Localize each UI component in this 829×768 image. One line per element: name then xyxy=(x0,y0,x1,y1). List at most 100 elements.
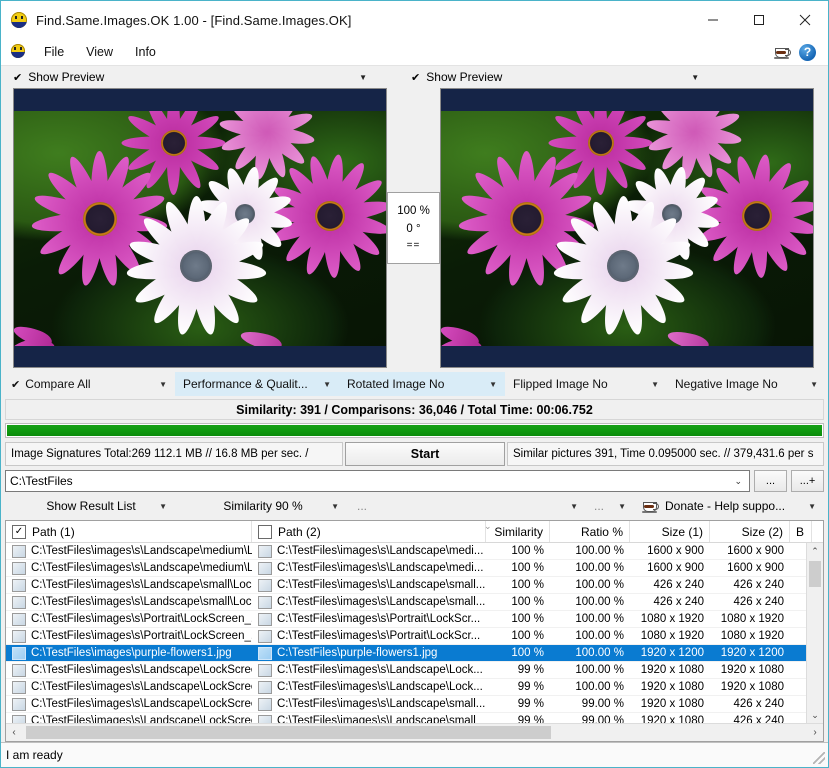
table-row[interactable]: C:\TestFiles\images\s\Landscape\medium\L… xyxy=(6,560,823,577)
minimize-icon[interactable] xyxy=(690,1,736,39)
table-row[interactable]: C:\TestFiles\images\s\Landscape\small\Lo… xyxy=(6,577,823,594)
cell-similarity: 100 % xyxy=(511,630,544,642)
folder-path-input[interactable]: C:\TestFiles ⌄ xyxy=(5,470,750,492)
chevron-down-icon[interactable]: ▼ xyxy=(798,502,816,511)
horizontal-scroll-track[interactable] xyxy=(22,724,807,741)
option-rotated-image[interactable]: Rotated Image No ▼ xyxy=(339,372,505,396)
filter-extra-2-button[interactable]: ... ▼ xyxy=(586,494,634,518)
cell-path2-text: C:\TestFiles\images\s\Landscape\small... xyxy=(277,596,486,608)
cell-path1-text: C:\TestFiles\images\s\Landscape\LockScre… xyxy=(31,664,252,676)
select-all-path1-checkbox[interactable]: ✓ xyxy=(12,524,26,539)
flower-bottom-right-partial xyxy=(664,301,754,346)
column-header-size1[interactable]: Size (1) xyxy=(630,521,710,542)
cell-path1-text: C:\TestFiles\images\s\Landscape\LockScre… xyxy=(31,715,252,723)
close-icon[interactable] xyxy=(782,1,828,39)
thumbnail-icon xyxy=(12,629,26,643)
thumbnail-icon xyxy=(12,714,26,723)
table-row[interactable]: C:\TestFiles\images\s\Landscape\LockScre… xyxy=(6,662,823,679)
scroll-up-icon[interactable]: ⌃ xyxy=(807,543,823,559)
chevron-down-icon[interactable]: ▼ xyxy=(481,380,497,389)
show-result-list-button[interactable]: Show Result List ▼ xyxy=(5,494,177,518)
horizontal-scroll-thumb[interactable] xyxy=(26,726,551,739)
coffee-icon[interactable] xyxy=(774,45,791,59)
cell-path2-text: C:\TestFiles\images\s\Portrait\LockScr..… xyxy=(277,630,481,642)
option-performance-quality[interactable]: Performance & Qualit... ▼ xyxy=(175,372,339,396)
thumbnail-icon xyxy=(258,612,272,626)
preview-image-right[interactable] xyxy=(440,88,814,368)
chevron-down-icon[interactable]: ▼ xyxy=(643,380,659,389)
menu-item-file[interactable]: File xyxy=(33,42,75,62)
table-row[interactable]: C:\TestFiles\images\s\Landscape\LockScre… xyxy=(6,696,823,713)
menu-item-info[interactable]: Info xyxy=(124,42,167,62)
table-row[interactable]: C:\TestFiles\images\s\Landscape\medium\L… xyxy=(6,543,823,560)
chevron-down-icon[interactable]: ▼ xyxy=(315,380,331,389)
chevron-down-icon[interactable]: ▼ xyxy=(149,502,167,511)
preview-image-left[interactable] xyxy=(13,88,387,368)
sort-indicator-icon: ⌄ xyxy=(484,521,492,531)
donate-button[interactable]: Donate - Help suppo... ▼ xyxy=(634,494,824,518)
show-preview-right-toggle[interactable]: ✔ Show Preview ▼ xyxy=(387,66,828,88)
table-horizontal-scrollbar[interactable]: ‹ › xyxy=(6,723,823,741)
cell-path2: C:\TestFiles\images\s\Portrait\LockScr..… xyxy=(252,628,486,645)
maximize-icon[interactable] xyxy=(736,1,782,39)
chevron-down-icon[interactable]: ▼ xyxy=(151,380,167,389)
menu-item-view[interactable]: View xyxy=(75,42,124,62)
chevron-down-icon[interactable]: ⌄ xyxy=(734,476,745,487)
cell-size1: 1920 x 1080 xyxy=(640,698,704,710)
column-header-b-label: B xyxy=(796,524,805,539)
cell-path1-text: C:\TestFiles\images\purple-flowers1.jpg xyxy=(31,647,232,659)
cell-path1: C:\TestFiles\images\s\Landscape\LockScre… xyxy=(6,696,252,713)
option-flipped-image[interactable]: Flipped Image No ▼ xyxy=(505,372,667,396)
cell-path1: C:\TestFiles\images\s\Landscape\medium\L… xyxy=(6,560,252,577)
thumbnail-icon xyxy=(12,578,26,592)
table-row[interactable]: C:\TestFiles\images\s\Portrait\LockScree… xyxy=(6,628,823,645)
browse-folder-button[interactable]: ... xyxy=(754,470,787,492)
column-header-path2[interactable]: Path (2) xyxy=(252,521,486,542)
column-header-path2-label: Path (2) xyxy=(278,524,321,539)
cell-similarity: 99 % xyxy=(517,698,544,710)
chevron-down-icon[interactable]: ▼ xyxy=(321,502,339,511)
table-vertical-scrollbar[interactable]: ⌃ ⌄ xyxy=(806,543,823,723)
cell-path1-text: C:\TestFiles\images\s\Portrait\LockScree… xyxy=(31,613,252,625)
vertical-scroll-thumb[interactable] xyxy=(809,561,821,587)
cell-size2: 426 x 240 xyxy=(733,579,784,591)
table-row[interactable]: C:\TestFiles\images\s\Landscape\LockScre… xyxy=(6,713,823,723)
flower-photo-left xyxy=(14,110,386,346)
thumbnail-icon xyxy=(258,663,272,677)
table-row[interactable]: C:\TestFiles\images\s\Landscape\LockScre… xyxy=(6,679,823,696)
scroll-right-icon[interactable]: › xyxy=(807,724,823,741)
column-header-similarity[interactable]: Similarity xyxy=(486,521,550,542)
select-all-path2-checkbox[interactable] xyxy=(258,524,272,539)
show-preview-right-label: Show Preview xyxy=(426,70,503,84)
chevron-down-icon[interactable]: ▼ xyxy=(568,502,578,511)
similar-pictures-stats: Similar pictures 391, Time 0.095000 sec.… xyxy=(507,442,824,466)
cell-path2: C:\TestFiles\images\s\Landscape\small... xyxy=(252,696,486,713)
scroll-down-icon[interactable]: ⌄ xyxy=(807,707,823,723)
cell-size1: 426 x 240 xyxy=(653,579,704,591)
chevron-down-icon[interactable]: ▼ xyxy=(359,73,367,82)
column-header-ratio-label: Ratio % xyxy=(580,524,623,539)
option-compare-all[interactable]: ✔ Compare All ▼ xyxy=(3,372,175,396)
start-button[interactable]: Start xyxy=(345,442,505,466)
column-header-size2[interactable]: Size (2) xyxy=(710,521,790,542)
preview-headers: ✔ Show Preview ▼ ✔ Show Preview ▼ xyxy=(1,66,828,88)
table-row[interactable]: C:\TestFiles\images\s\Portrait\LockScree… xyxy=(6,611,823,628)
scroll-left-icon[interactable]: ‹ xyxy=(6,724,22,741)
show-preview-left-toggle[interactable]: ✔ Show Preview ▼ xyxy=(1,66,387,88)
chevron-down-icon[interactable]: ▼ xyxy=(631,73,699,82)
column-header-path1[interactable]: ✓ Path (1) xyxy=(6,521,252,542)
option-negative-image[interactable]: Negative Image No ▼ xyxy=(667,372,826,396)
help-icon[interactable]: ? xyxy=(799,43,816,61)
cell-size1: 426 x 240 xyxy=(653,596,704,608)
similarity-threshold-button[interactable]: Similarity 90 % ▼ xyxy=(177,494,349,518)
table-row[interactable]: C:\TestFiles\images\s\Landscape\small\Lo… xyxy=(6,594,823,611)
resize-grip-icon[interactable] xyxy=(813,752,825,764)
add-folder-button[interactable]: ...+ xyxy=(791,470,824,492)
column-header-b[interactable]: B xyxy=(790,521,812,542)
column-header-ratio[interactable]: Ratio % xyxy=(550,521,630,542)
chevron-down-icon[interactable]: ▼ xyxy=(802,380,818,389)
table-body: C:\TestFiles\images\s\Landscape\medium\L… xyxy=(6,543,823,723)
chevron-down-icon[interactable]: ▼ xyxy=(616,502,626,511)
filter-extra-1-button[interactable]: ... ▼ xyxy=(349,494,586,518)
table-row[interactable]: C:\TestFiles\images\purple-flowers1.jpg C… xyxy=(6,645,823,662)
